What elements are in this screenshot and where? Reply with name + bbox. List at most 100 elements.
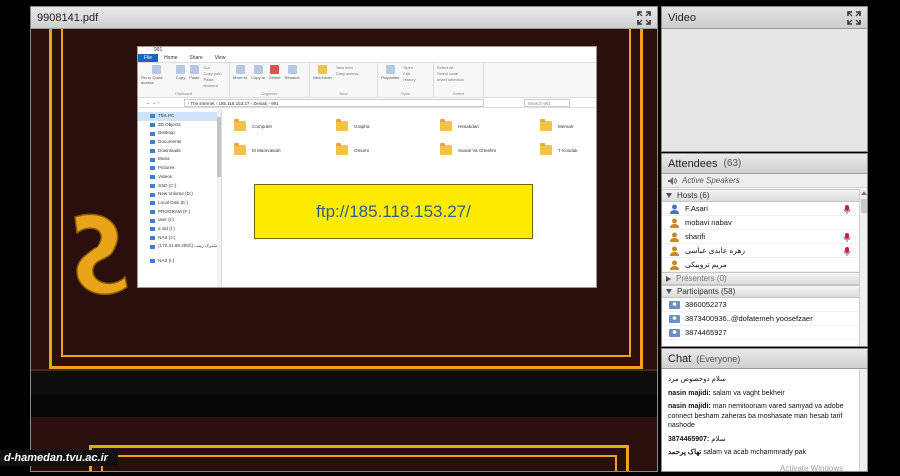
pdf-share-pod: 9908141.pdf 991 File Home Share View Pin…: [30, 6, 658, 472]
folder-icon: [440, 119, 452, 131]
tab-view: View: [214, 55, 226, 61]
host-user-icon: [670, 204, 679, 214]
tab-home: Home: [164, 55, 178, 61]
hosts-section-header[interactable]: Hosts (6): [662, 189, 859, 202]
chat-sender: nasin majidi:: [668, 389, 711, 397]
ribbon-group-label: Select: [452, 91, 465, 96]
attendee-scrollbar[interactable]: [859, 189, 867, 346]
attendee-scroll-thumb[interactable]: [861, 199, 867, 213]
attendee-row[interactable]: mobavi nabav: [662, 216, 859, 230]
nav-item: 3D Objects: [138, 121, 221, 130]
nav-item-label: NAS (J:): [158, 234, 176, 240]
copy-icon: [176, 65, 186, 74]
ribbon-button: Delete: [269, 65, 281, 80]
ribbon-group-open: Properties Open Edit History Open: [378, 63, 434, 97]
ribbon-group-new: New folder New item Easy access New: [310, 63, 378, 97]
paste-icon: [189, 65, 199, 74]
active-speakers-bar[interactable]: Active Speakers: [662, 174, 867, 188]
nav-item-label: PROGRAM (F:): [158, 208, 191, 214]
nav-item: Downloads: [138, 147, 221, 156]
attendees-title: Attendees: [668, 157, 718, 170]
ribbon-small-list: Cut Copy path Paste shortcut: [203, 65, 226, 89]
folder-label: Graphic: [354, 123, 371, 129]
nav-item: مشترک زینب (\\172.21.88.200): [138, 242, 221, 251]
attendee-row[interactable]: F.Asari: [662, 202, 859, 216]
ribbon-button-label: Copy to: [251, 75, 266, 80]
presenters-section-header[interactable]: Presenters (0): [662, 272, 859, 285]
attendees-pod-header: Attendees (63): [662, 154, 867, 174]
folder-label: T Koodak: [558, 147, 578, 153]
nav-item-label: New Volume (D:): [158, 191, 193, 197]
ribbon-button: Properties: [381, 65, 399, 80]
ribbon-button: New folder: [313, 65, 332, 80]
nav-item-label: Videos: [158, 173, 172, 179]
ribbon-button-label: Delete: [269, 75, 281, 80]
participant-user-icon: [669, 314, 680, 323]
attendees-count: (63): [723, 158, 742, 169]
nav-scroll-thumb: [217, 117, 221, 177]
attendee-row[interactable]: sharifi: [662, 230, 859, 244]
host-user-icon: [670, 232, 679, 242]
desktop-icon: [150, 131, 155, 136]
ribbon-button-label: Pin to Quick access: [141, 75, 163, 85]
nav-item-label: a old (I:): [158, 225, 175, 231]
nav-item: Videos: [138, 173, 221, 182]
folder-label: Omumi: [354, 147, 369, 153]
pdf-page: 991 File Home Share View Pin to Quick ac…: [31, 29, 657, 471]
folder-icon: [540, 143, 552, 155]
ribbon-small-item: Easy access: [336, 71, 359, 76]
attendee-name: 3873400936..@dofatemeh yoosefzaer: [685, 314, 813, 323]
properties-icon: [385, 65, 395, 74]
fullscreen-icon[interactable]: [637, 10, 651, 25]
attendee-row[interactable]: 3874465927: [662, 326, 859, 340]
nav-scrollbar: [217, 109, 221, 287]
attendee-row[interactable]: مریم تروبیکی: [662, 258, 859, 272]
chat-text: سلام دوخصوص مرد: [668, 376, 726, 383]
ribbon-button-label: Paste: [189, 75, 200, 80]
nav-item-label: 3D Objects: [158, 121, 181, 127]
ribbon-small-list: Select all Select none Invert selection: [437, 65, 464, 83]
chat-audience[interactable]: (Everyone): [696, 354, 740, 364]
ribbon-button-label: New folder: [313, 75, 333, 80]
chat-scrollbar[interactable]: [859, 369, 867, 471]
attendee-name: F.Asari: [685, 204, 708, 213]
nav-item-label: NAS (I:): [158, 258, 175, 263]
pin-icon: [151, 65, 161, 74]
fullscreen-icon[interactable]: [847, 10, 861, 25]
video-area: [662, 29, 867, 151]
participants-section-header[interactable]: Participants (58): [662, 285, 859, 298]
nav-item: user (I:): [138, 216, 221, 225]
nav-item-label: This PC: [158, 113, 175, 118]
folder-icon: [540, 119, 552, 131]
speaker-icon: [668, 176, 677, 185]
attendee-row[interactable]: 3873400936..@dofatemeh yoosefzaer: [662, 312, 859, 326]
explorer-ribbon-tabs: File Home Share View: [138, 54, 596, 62]
next-page-frame-inner: [101, 455, 617, 471]
ribbon-group-select: Select all Select none Invert selection …: [434, 63, 484, 97]
attendee-row[interactable]: 3860052273: [662, 298, 859, 312]
ribbon-small-list: Open Edit History: [403, 65, 415, 83]
address-path: › The internet › 185.118.153.27 › Zeinab…: [183, 98, 484, 107]
host-user-icon: [670, 218, 679, 228]
active-speakers-label: Active Speakers: [682, 176, 740, 185]
microphone-icon: [843, 247, 851, 256]
participant-user-icon: [669, 328, 680, 337]
participant-user-icon: [669, 300, 680, 309]
folder-icon: [234, 119, 246, 131]
page-divider: [31, 369, 657, 395]
nav-item-label: Documents: [158, 139, 182, 145]
music-icon: [150, 157, 155, 162]
network-drive-icon: [150, 244, 155, 249]
pdf-pod-title: 9908141.pdf: [37, 11, 99, 24]
microphone-icon: [843, 233, 851, 242]
nav-item-label: Desktop: [158, 130, 175, 136]
explorer-search: Search 991: [523, 98, 570, 107]
new-folder-icon: [318, 65, 328, 74]
attendee-row[interactable]: زهره عابدی عباسی: [662, 244, 859, 258]
document-icon: [150, 140, 155, 145]
folder-icon: [336, 119, 348, 131]
nav-item-label: SSD (C:): [158, 182, 177, 188]
scroll-up-icon[interactable]: [861, 191, 867, 195]
nav-item-label: Local Disk (E:): [158, 199, 188, 205]
ribbon-button-label: Rename: [284, 75, 300, 80]
